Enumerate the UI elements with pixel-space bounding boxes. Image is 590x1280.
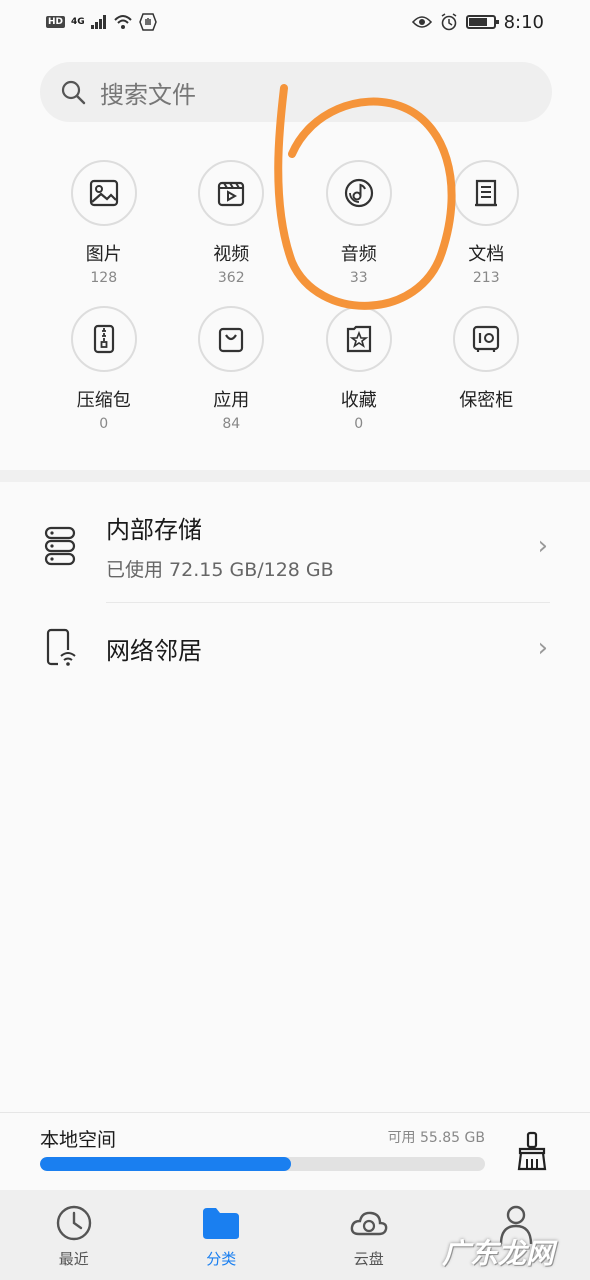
battery-icon xyxy=(465,15,499,29)
zip-icon xyxy=(93,324,114,354)
chevron-right-icon: › xyxy=(537,633,548,663)
category-videos[interactable]: 视频 362 xyxy=(168,160,296,288)
internal-storage-usage: 已使用 72.15 GB/128 GB xyxy=(106,559,334,581)
network-neighbors-title: 网络邻居 xyxy=(106,636,202,665)
category-name: 视频 xyxy=(213,244,250,265)
hand-icon xyxy=(138,13,157,31)
nav-recent[interactable]: 最近 xyxy=(0,1190,148,1280)
internal-storage-row[interactable]: 内部存储 已使用 72.15 GB/128 GB › xyxy=(0,510,590,582)
category-name: 压缩包 xyxy=(76,390,131,411)
cloud-icon xyxy=(350,1211,388,1236)
wifi-icon xyxy=(113,15,132,29)
network-icon-wrap xyxy=(42,628,78,668)
alarm-icon xyxy=(441,13,456,31)
internal-storage-title: 内部存储 xyxy=(106,516,202,544)
clock-icon xyxy=(56,1205,91,1241)
category-favorites[interactable]: 收藏 0 xyxy=(295,306,423,434)
storage-icon-wrap xyxy=(42,526,78,566)
category-count: 0 xyxy=(354,416,364,432)
category-icon-circle xyxy=(198,160,265,226)
storage-icon xyxy=(44,526,76,566)
category-count: 362 xyxy=(217,270,245,286)
category-count: 33 xyxy=(349,270,368,286)
category-icon-circle xyxy=(70,306,137,372)
category-icon-circle xyxy=(453,306,520,372)
internal-storage-text: 内部存储 已使用 72.15 GB/128 GB xyxy=(106,510,590,582)
nav-label: 云盘 xyxy=(353,1250,384,1268)
nav-label: 最近 xyxy=(58,1250,89,1268)
category-audio[interactable]: 音频 33 xyxy=(295,160,423,288)
category-documents[interactable]: 文档 213 xyxy=(423,160,551,288)
clock-time: 8:10 xyxy=(503,11,544,33)
category-count: 0 xyxy=(99,416,109,432)
hd-badge: HD xyxy=(46,16,66,28)
category-apps[interactable]: 应用 84 xyxy=(168,306,296,434)
section-divider xyxy=(0,470,590,482)
local-space-title: 本地空间 xyxy=(40,1129,117,1151)
shopping-bag-icon xyxy=(219,327,244,353)
category-name: 保密柜 xyxy=(459,390,514,411)
star-icon xyxy=(346,325,371,353)
category-name: 图片 xyxy=(85,244,122,265)
phone-wifi-icon xyxy=(46,628,76,666)
status-bar: HD 4G 8:10 xyxy=(0,0,590,44)
nav-label: 分类 xyxy=(206,1250,237,1268)
category-grid: 图片 128 视频 362 音频 33 文档 213 压缩包 0 应用 84 收… xyxy=(40,160,550,434)
category-name: 应用 xyxy=(213,390,250,411)
signal-icon xyxy=(90,15,106,29)
category-name: 收藏 xyxy=(340,390,377,411)
music-disc-icon xyxy=(344,178,373,208)
category-name: 文档 xyxy=(468,244,505,265)
folder-icon xyxy=(203,1208,240,1239)
network-type: 4G xyxy=(71,17,85,27)
network-neighbors-row[interactable]: 网络邻居 › xyxy=(0,628,590,668)
category-icon-circle xyxy=(325,160,392,226)
status-right: 8:10 xyxy=(411,11,544,33)
eye-icon xyxy=(411,16,432,28)
safe-icon xyxy=(473,325,500,352)
category-icon-circle xyxy=(70,160,137,226)
category-icon-circle xyxy=(325,306,392,372)
document-icon xyxy=(475,179,498,207)
search-icon xyxy=(61,80,86,105)
category-count: 213 xyxy=(472,270,500,286)
category-safe[interactable]: 保密柜 xyxy=(423,306,551,434)
chevron-right-icon: › xyxy=(537,531,548,561)
category-icon-circle xyxy=(453,160,520,226)
list-separator xyxy=(106,602,550,603)
category-archives[interactable]: 压缩包 0 xyxy=(40,306,168,434)
category-images[interactable]: 图片 128 xyxy=(40,160,168,288)
search-bar[interactable]: 搜索文件 xyxy=(40,62,552,122)
nav-cloud[interactable]: 云盘 xyxy=(295,1190,443,1280)
search-placeholder: 搜索文件 xyxy=(100,80,196,109)
category-count: 128 xyxy=(90,270,118,286)
category-icon-circle xyxy=(198,306,265,372)
local-space-available: 可用 55.85 GB xyxy=(387,1130,485,1146)
local-space-panel: 本地空间 可用 55.85 GB xyxy=(0,1112,590,1190)
status-left: HD 4G xyxy=(46,13,157,31)
nav-categories[interactable]: 分类 xyxy=(148,1190,296,1280)
category-count: 84 xyxy=(222,416,241,432)
network-neighbors-text: 网络邻居 xyxy=(106,631,590,666)
category-name: 音频 xyxy=(340,244,377,265)
image-icon xyxy=(89,179,118,207)
storage-progress-fill xyxy=(40,1157,291,1171)
storage-progress-bar xyxy=(40,1157,485,1171)
broom-icon[interactable] xyxy=(516,1131,548,1171)
watermark: 广东龙网 xyxy=(441,1237,554,1270)
video-icon xyxy=(218,181,245,207)
